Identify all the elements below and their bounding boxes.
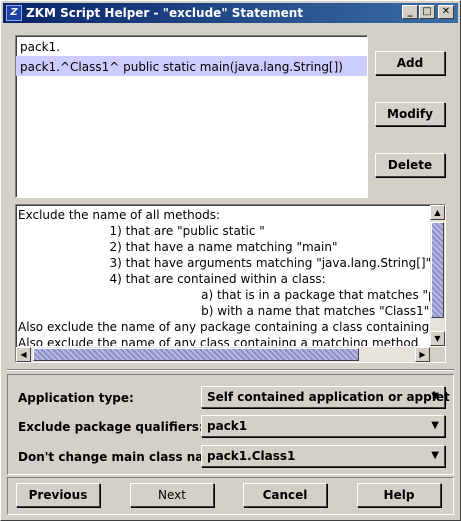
description-line: Exclude the name of all methods:: [18, 208, 221, 222]
description-line: Also exclude the name of any package con…: [18, 320, 430, 334]
cancel-button[interactable]: Cancel: [243, 483, 327, 507]
chevron-down-icon[interactable]: ▼: [431, 391, 439, 402]
horizontal-scrollbar[interactable]: ◀ ▶: [16, 347, 430, 362]
vertical-scroll-thumb[interactable]: [431, 222, 444, 318]
description-line: 2) that have a name matching "main": [18, 240, 338, 254]
exclude-package-qualifiers-label: Exclude package qualifiers:: [18, 420, 204, 434]
zkm-app-icon: Z: [6, 5, 22, 21]
description-line: 1) that are "public static ": [18, 224, 265, 238]
list-item-selected[interactable]: pack1.^Class1^ public static main(java.l…: [16, 56, 367, 76]
description-line: a) that is in a package that matches "pa…: [18, 288, 430, 302]
description-line: b) with a name that matches "Class1": [18, 304, 430, 318]
add-button[interactable]: Add: [375, 51, 445, 75]
zkm-script-helper-window: Z ZKM Script Helper - "exclude" Statemen…: [0, 0, 461, 521]
main-class-name-dropdown[interactable]: pack1.Class1 ▼: [201, 445, 445, 467]
separator: [7, 369, 454, 371]
main-class-name-value: pack1.Class1: [207, 449, 296, 463]
exclude-package-qualifiers-dropdown[interactable]: pack1 ▼: [201, 415, 445, 437]
title-bar[interactable]: Z ZKM Script Helper - "exclude" Statemen…: [3, 3, 458, 23]
main-class-name-label: Don't change main class name:: [18, 450, 229, 464]
scroll-left-icon[interactable]: ◀: [16, 347, 31, 362]
modify-button[interactable]: Modify: [375, 102, 445, 126]
horizontal-scroll-thumb[interactable]: [33, 348, 359, 361]
minimize-button[interactable]: _: [402, 5, 418, 19]
scroll-down-icon[interactable]: ▼: [430, 331, 445, 346]
chevron-down-icon[interactable]: ▼: [431, 420, 439, 431]
previous-button[interactable]: Previous: [16, 483, 100, 507]
exclude-package-qualifiers-value: pack1: [207, 419, 248, 433]
statement-list[interactable]: pack1. pack1.^Class1^ public static main…: [15, 35, 368, 198]
application-type-dropdown[interactable]: Self contained application or applet ▼: [201, 386, 450, 408]
chevron-down-icon[interactable]: ▼: [431, 450, 439, 461]
description-line: Also exclude the name of any class conta…: [18, 336, 419, 346]
scroll-right-icon[interactable]: ▶: [415, 347, 430, 362]
application-type-value: Self contained application or applet: [207, 390, 450, 404]
delete-button[interactable]: Delete: [375, 153, 445, 177]
scrollbar-corner: [430, 347, 445, 362]
help-button[interactable]: Help: [357, 483, 441, 507]
vertical-scrollbar[interactable]: ▲ ▼: [430, 205, 445, 346]
close-button[interactable]: ✕: [438, 5, 454, 19]
window-title: ZKM Script Helper - "exclude" Statement: [26, 6, 304, 20]
description-line: 3) that have arguments matching "java.la…: [18, 256, 430, 270]
settings-panel: Application type: Self contained applica…: [7, 374, 454, 475]
description-line: 4) that are contained within a class:: [18, 272, 326, 286]
statement-description[interactable]: Exclude the name of all methods: 1) that…: [15, 204, 446, 363]
application-type-label: Application type:: [18, 391, 134, 405]
next-button[interactable]: Next: [130, 483, 214, 507]
list-item[interactable]: pack1.: [16, 36, 367, 56]
maximize-button[interactable]: □: [419, 5, 435, 19]
scroll-up-icon[interactable]: ▲: [430, 205, 445, 220]
description-text: Exclude the name of all methods: 1) that…: [18, 207, 430, 346]
